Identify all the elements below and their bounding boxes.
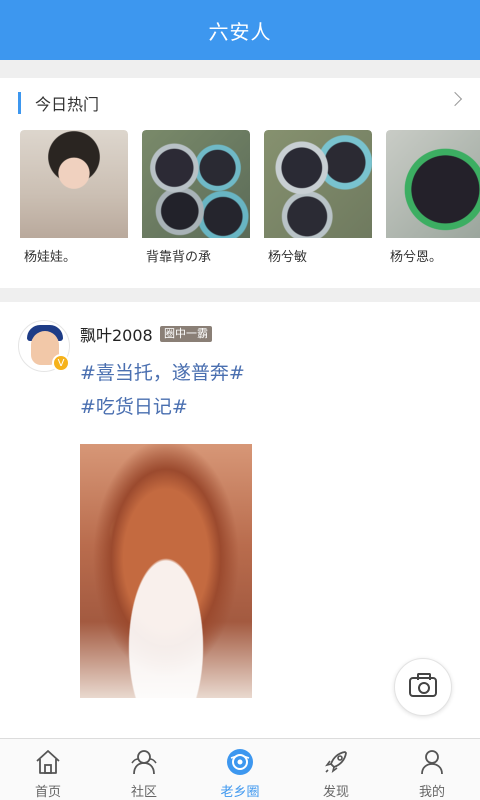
profile-icon xyxy=(417,747,447,777)
verified-badge-icon: V xyxy=(52,354,70,372)
rocket-icon xyxy=(321,747,351,777)
hot-today-section: 今日热门 杨娃娃。 背靠背の承 杨兮敏 杨兮恩。 xyxy=(0,78,480,288)
tab-label: 社区 xyxy=(130,785,157,800)
tab-discover[interactable]: 发现 xyxy=(288,739,384,800)
section-accent-bar xyxy=(18,92,21,114)
tab-label: 发现 xyxy=(322,785,349,800)
hot-card[interactable]: 杨兮恩。 xyxy=(386,130,480,268)
hot-card-image xyxy=(386,130,480,238)
hot-card-name: 杨兮敏 xyxy=(268,250,308,265)
home-icon xyxy=(33,747,63,777)
hot-today-header[interactable]: 今日热门 xyxy=(0,90,480,116)
hot-card-name: 背靠背の承 xyxy=(146,250,212,265)
tab-profile[interactable]: 我的 xyxy=(384,739,480,800)
hot-card[interactable]: 杨兮敏 xyxy=(264,130,372,268)
hot-card-image xyxy=(20,130,128,238)
hot-card[interactable]: 背靠背の承 xyxy=(142,130,250,268)
chevron-right-icon[interactable] xyxy=(447,91,463,107)
camera-fab[interactable] xyxy=(394,658,452,716)
page-title: 六安人 xyxy=(208,19,272,44)
app-header: 六安人 xyxy=(0,0,480,60)
bottom-tab-bar: 首页 社区 老乡圈 发现 我的 xyxy=(0,738,480,800)
community-icon xyxy=(129,747,159,777)
tab-home[interactable]: 首页 xyxy=(0,739,96,800)
hot-card-name: 杨兮恩。 xyxy=(390,250,443,265)
hot-card[interactable]: 杨娃娃。 xyxy=(20,130,128,268)
post-username[interactable]: 飘叶2008 xyxy=(80,322,153,346)
post-photo[interactable] xyxy=(80,444,252,698)
hometown-circle-icon xyxy=(225,747,255,777)
tab-hometown-circle[interactable]: 老乡圈 xyxy=(192,739,288,800)
tab-community[interactable]: 社区 xyxy=(96,739,192,800)
post-topic-tag[interactable]: #喜当托，遂普奔# xyxy=(80,358,245,385)
tab-label: 老乡圈 xyxy=(220,785,260,800)
hot-cards-row: 杨娃娃。 背靠背の承 杨兮敏 杨兮恩。 xyxy=(20,130,480,268)
hot-card-name: 杨娃娃。 xyxy=(24,250,77,265)
user-level-badge: 圈中一霸 xyxy=(160,326,212,342)
tab-label: 我的 xyxy=(418,785,445,800)
post-topic-tag[interactable]: #吃货日记# xyxy=(80,392,188,419)
camera-icon xyxy=(409,673,437,697)
hot-today-title: 今日热门 xyxy=(35,95,100,114)
hot-card-image xyxy=(264,130,372,238)
hot-card-image xyxy=(142,130,250,238)
tab-label: 首页 xyxy=(34,785,61,800)
